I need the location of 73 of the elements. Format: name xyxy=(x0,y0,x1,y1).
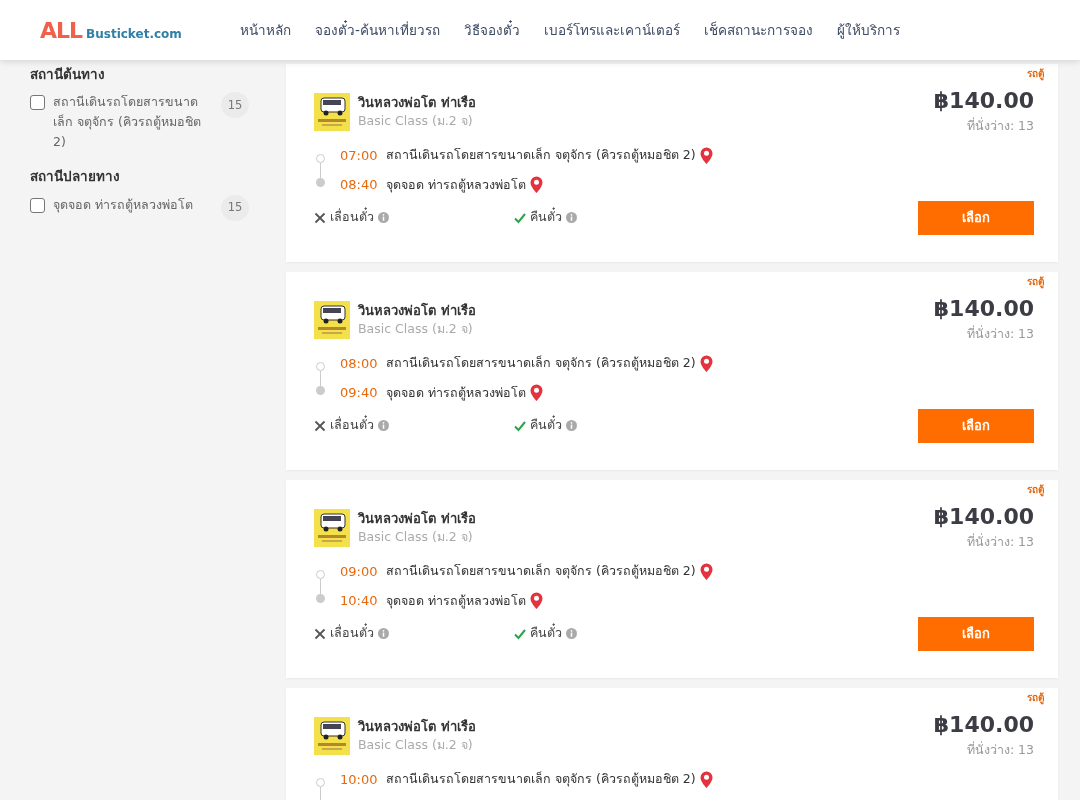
postpone-label: เลื่อนตั๋ว xyxy=(330,208,374,227)
price: ฿140.00 xyxy=(933,503,1034,531)
vehicle-type-tag: รถตู้ xyxy=(1027,690,1044,705)
filter-option-label: สถานีเดินรถโดยสารขนาดเล็ก จตุจักร (คิวรถตู้หมอชิต 2) xyxy=(53,93,202,152)
map-pin-icon[interactable] xyxy=(699,146,713,165)
bus-class: Basic Class (ม.2 จ) xyxy=(358,112,474,131)
departure-time: 08:00 xyxy=(340,354,379,373)
bus-class: Basic Class (ม.2 จ) xyxy=(358,528,474,547)
seats-available: ที่นั่งว่าง: 13 xyxy=(965,117,1034,135)
departure-time: 09:40 xyxy=(340,384,379,403)
info-icon[interactable] xyxy=(566,212,577,224)
filter-heading: สถานีปลายทาง xyxy=(30,167,121,187)
departure-time: 10:00 xyxy=(340,770,379,789)
map-pin-icon[interactable] xyxy=(530,592,543,610)
checkbox[interactable] xyxy=(30,197,45,213)
filter-heading: สถานีต้นทาง xyxy=(30,65,106,84)
stop-name: สถานีเดินรถโดยสารขนาดเล็ก จตุจักร (คิวรถตู้หมอชิต 2) xyxy=(386,562,696,581)
info-icon[interactable] xyxy=(378,628,389,640)
info-icon[interactable] xyxy=(566,628,577,640)
filter-option-label: จุดจอด ท่ารถตู้หลวงพ่อโต xyxy=(53,195,194,215)
departure-time: 10:40 xyxy=(340,592,379,611)
nav-link[interactable]: เช็คสถานะการจอง xyxy=(703,19,813,41)
stop-name: จุดจอด ท่ารถตู้หลวงพ่อโต xyxy=(386,383,526,403)
operator-name: วินหลวงพ่อโต ท่าเรือ xyxy=(358,509,476,528)
nav-link[interactable]: จองตั๋ว-ค้นหาเที่ยวรถ xyxy=(315,19,440,41)
count-badge: 15 xyxy=(221,194,249,221)
bus-logo-icon xyxy=(314,508,350,547)
seats-available: ที่นั่งว่าง: 13 xyxy=(965,325,1034,343)
info-icon[interactable] xyxy=(378,212,389,224)
postpone-label: เลื่อนตั๋ว xyxy=(330,624,374,643)
logo-text: ALL xyxy=(40,16,83,45)
bus-class: Basic Class (ม.2 จ) xyxy=(358,320,474,339)
postpone-label: เลื่อนตั๋ว xyxy=(330,416,374,435)
stop-name: จุดจอด ท่ารถตู้หลวงพ่อโต xyxy=(386,175,526,195)
vehicle-type-tag: รถตู้ xyxy=(1027,274,1044,289)
bus-logo-icon xyxy=(314,716,350,755)
operator-name: วินหลวงพ่อโต ท่าเรือ xyxy=(358,301,476,320)
count-badge: 15 xyxy=(221,92,249,119)
price: ฿140.00 xyxy=(933,711,1034,739)
info-icon[interactable] xyxy=(566,420,577,432)
departure-time: 09:00 xyxy=(340,562,379,581)
refund-label: คืนตั๋ว xyxy=(530,624,562,643)
nav-link[interactable]: ผู้ให้บริการ xyxy=(836,19,900,41)
stop-name: สถานีเดินรถโดยสารขนาดเล็ก จตุจักร (คิวรถตู้หมอชิต 2) xyxy=(386,770,696,789)
nav-link[interactable]: วิธีจองตั๋ว xyxy=(463,19,520,41)
refund-label: คืนตั๋ว xyxy=(530,416,562,435)
bus-class: Basic Class (ม.2 จ) xyxy=(358,736,474,755)
bus-logo-icon xyxy=(314,300,350,339)
nav-link[interactable]: หน้าหลัก xyxy=(240,19,291,41)
operator-name: วินหลวงพ่อโต ท่าเรือ xyxy=(358,717,476,736)
info-icon[interactable] xyxy=(378,420,389,432)
map-pin-icon[interactable] xyxy=(699,354,713,373)
departure-time: 07:00 xyxy=(340,146,379,165)
vehicle-type-tag: รถตู้ xyxy=(1027,482,1044,497)
bus-logo-icon xyxy=(314,92,350,131)
map-pin-icon[interactable] xyxy=(699,770,713,789)
seats-available: ที่นั่งว่าง: 13 xyxy=(965,741,1034,759)
map-pin-icon[interactable] xyxy=(530,384,543,402)
checkbox[interactable] xyxy=(30,95,45,111)
departure-time: 08:40 xyxy=(340,176,379,195)
seats-available: ที่นั่งว่าง: 13 xyxy=(965,533,1034,551)
stop-name: สถานีเดินรถโดยสารขนาดเล็ก จตุจักร (คิวรถตู้หมอชิต 2) xyxy=(386,146,696,165)
stop-name: จุดจอด ท่ารถตู้หลวงพ่อโต xyxy=(386,591,526,611)
refund-label: คืนตั๋ว xyxy=(530,208,562,227)
map-pin-icon[interactable] xyxy=(530,176,543,194)
logo-text: Busticket.com xyxy=(86,25,182,43)
stop-name: สถานีเดินรถโดยสารขนาดเล็ก จตุจักร (คิวรถตู้หมอชิต 2) xyxy=(386,354,696,373)
price: ฿140.00 xyxy=(933,295,1034,323)
map-pin-icon[interactable] xyxy=(699,562,713,581)
vehicle-type-tag: รถตู้ xyxy=(1027,66,1044,81)
nav-link[interactable]: เบอร์โทรและเคาน์เตอร์ xyxy=(543,19,680,41)
price: ฿140.00 xyxy=(933,87,1034,115)
operator-name: วินหลวงพ่อโต ท่าเรือ xyxy=(358,93,476,112)
